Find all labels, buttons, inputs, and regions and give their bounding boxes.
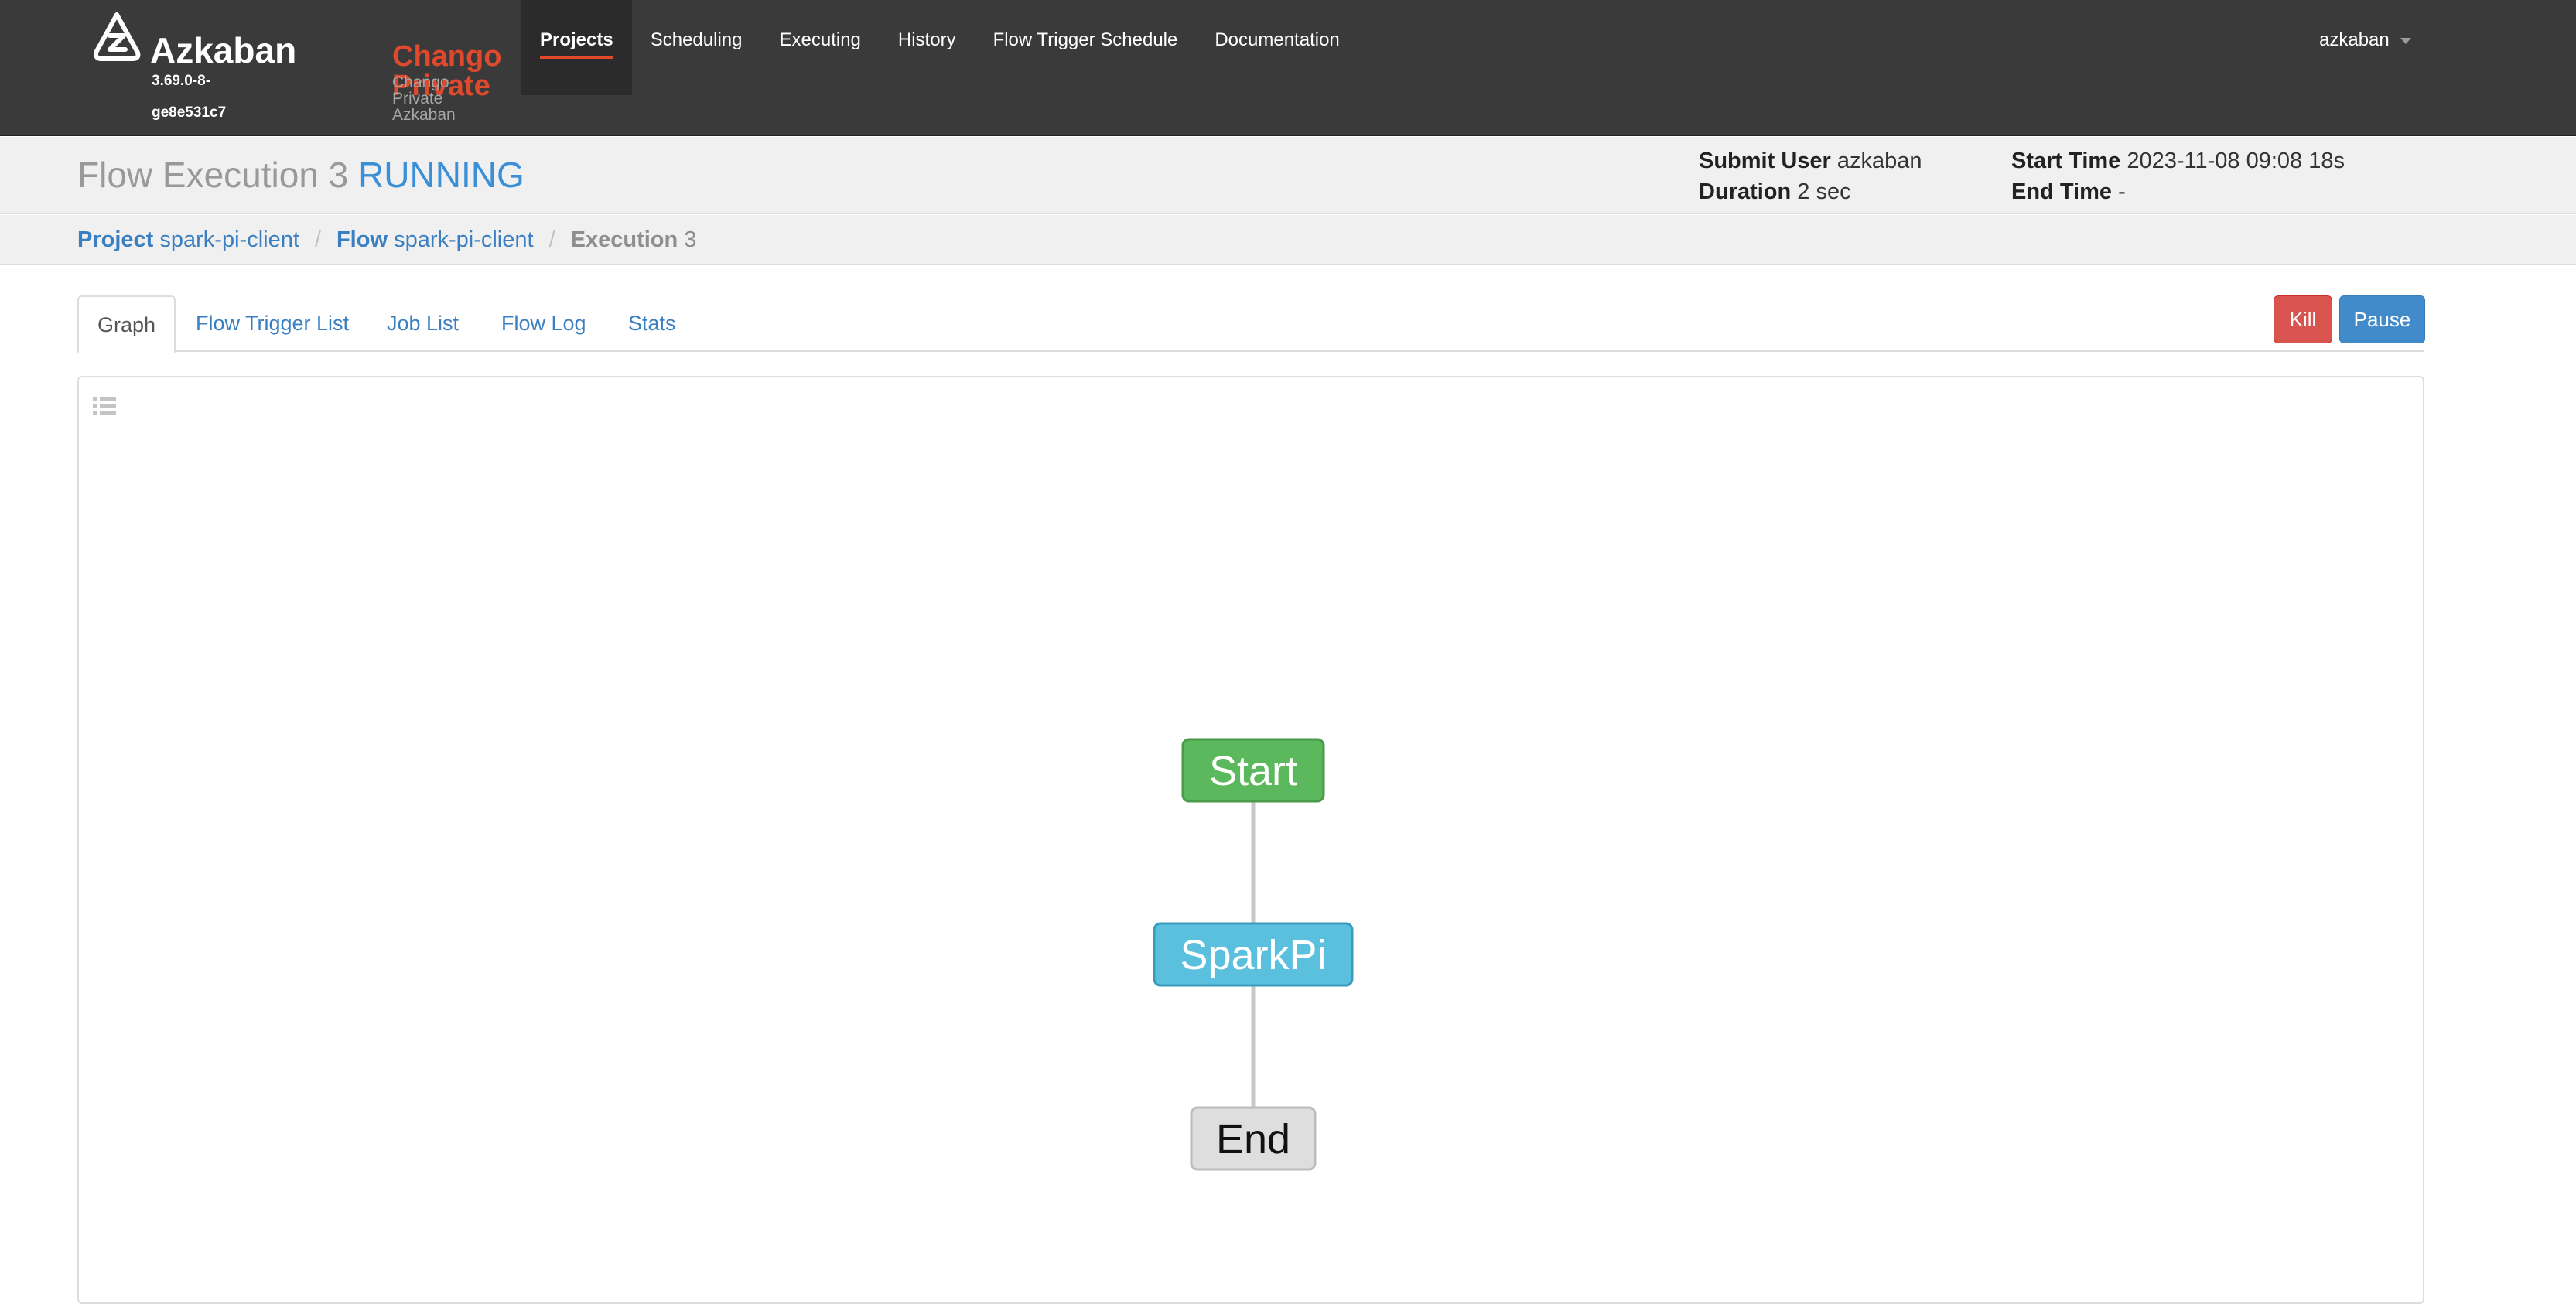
breadcrumb-flow[interactable]: Flow spark-pi-client [337, 227, 534, 252]
graph-node-end[interactable]: End [1190, 1106, 1317, 1171]
environment-subtitle: Chango Private Azkaban [392, 73, 456, 124]
graph-node-label: SparkPi [1180, 932, 1326, 978]
breadcrumb: Project spark-pi-client / Flow spark-pi-cl… [0, 215, 2576, 265]
graph-node-sparkpi[interactable]: SparkPi [1153, 922, 1354, 987]
graph-node-label: Start [1209, 748, 1297, 794]
brand-version: 3.69.0-8-ge8e531c7 [152, 73, 227, 121]
nav-item-projects[interactable]: Projects [521, 0, 632, 95]
tab-flow-trigger-list[interactable]: Flow Trigger List [196, 295, 349, 352]
breadcrumb-flow-value: spark-pi-client [394, 227, 534, 252]
tab-job-list[interactable]: Job List [387, 295, 459, 352]
nav-item-documentation[interactable]: Documentation [1196, 0, 1358, 80]
duration: Duration 2 sec [1699, 176, 1851, 207]
breadcrumb-separator: / [548, 227, 555, 252]
submit-user-value: azkaban [1836, 148, 1922, 173]
nav-item-scheduling[interactable]: Scheduling [632, 0, 761, 80]
page-title: Flow Execution 3 RUNNING [77, 157, 524, 193]
end-time-label: End Time [2011, 179, 2112, 204]
end-time-value: - [2118, 179, 2126, 204]
title-prefix: Flow Execution [77, 155, 319, 195]
pause-button[interactable]: Pause [2339, 295, 2425, 343]
breadcrumb-items: Project spark-pi-client / Flow spark-pi-cl… [77, 226, 696, 254]
brand-name: Azkaban [150, 30, 297, 70]
submit-user-label: Submit User [1699, 148, 1831, 173]
tab-stats[interactable]: Stats [628, 295, 676, 352]
brand[interactable]: Azkaban 3.69.0-8-ge8e531c7 Chango Privat… [91, 12, 501, 128]
nav-item-flow-trigger-schedule[interactable]: Flow Trigger Schedule [975, 0, 1197, 80]
user-name: azkaban [2319, 29, 2390, 50]
duration-value: 2 sec [1797, 179, 1851, 204]
graph-node-start[interactable]: Start [1181, 738, 1325, 803]
caret-down-icon [2400, 37, 2411, 44]
tab-graph[interactable]: Graph [77, 295, 176, 353]
breadcrumb-separator: / [314, 227, 321, 252]
breadcrumb-project-value: spark-pi-client [159, 227, 299, 252]
azkaban-logo-icon [93, 12, 141, 61]
execution-header: Flow Execution 3 RUNNING Submit User azk… [0, 137, 2576, 214]
execution-id: 3 [328, 155, 349, 195]
main-nav: Projects Scheduling Executing History Fl… [521, 0, 1358, 95]
submit-user: Submit User azkaban [1699, 145, 1922, 176]
tab-flow-log[interactable]: Flow Log [501, 295, 586, 352]
breadcrumb-flow-label: Flow [336, 227, 388, 252]
flow-graph-panel[interactable]: Start SparkPi End [77, 376, 2424, 1304]
kill-button[interactable]: Kill [2274, 295, 2332, 343]
start-time-label: Start Time [2011, 148, 2121, 173]
end-time: End Time - [2011, 176, 2126, 207]
nav-item-history[interactable]: History [880, 0, 975, 80]
start-time-value: 2023-11-08 09:08 18s [2127, 148, 2345, 173]
duration-label: Duration [1699, 179, 1792, 204]
breadcrumb-execution-label: Execution [570, 227, 678, 252]
breadcrumb-execution: Execution 3 [571, 227, 697, 252]
user-menu[interactable]: azkaban [2319, 0, 2411, 80]
breadcrumb-project-label: Project [77, 227, 154, 252]
flow-graph[interactable]: Start SparkPi End [79, 377, 2423, 1302]
execution-tabs: Graph Flow Trigger List Job List Flow Lo… [77, 295, 2424, 353]
nav-item-executing[interactable]: Executing [760, 0, 879, 80]
start-time: Start Time 2023-11-08 09:08 18s [2011, 145, 2345, 176]
graph-node-label: End [1216, 1116, 1290, 1162]
status-badge: RUNNING [358, 155, 524, 195]
top-navbar: Azkaban 3.69.0-8-ge8e531c7 Chango Privat… [0, 0, 2576, 136]
breadcrumb-project[interactable]: Project spark-pi-client [77, 227, 299, 252]
breadcrumb-execution-value: 3 [684, 227, 697, 252]
nav-item-label: Projects [540, 29, 613, 59]
